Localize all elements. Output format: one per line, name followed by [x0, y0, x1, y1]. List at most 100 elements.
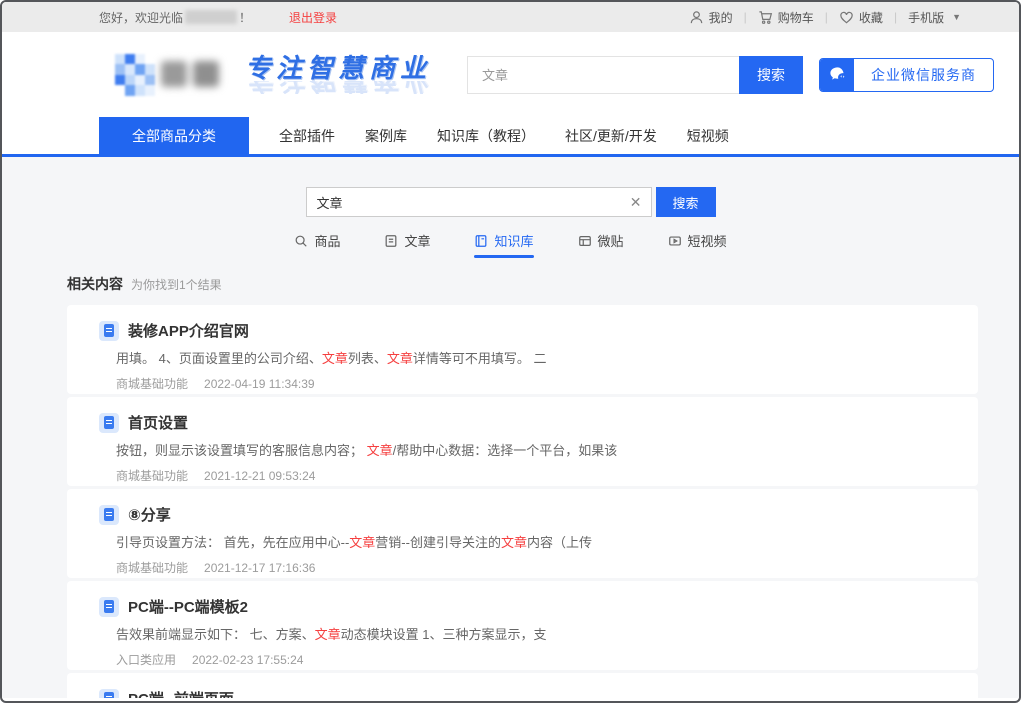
result-title-row: ⑧分享: [99, 504, 958, 525]
doc-icon: [99, 505, 119, 525]
header-search: 搜索: [467, 56, 803, 94]
result-title[interactable]: 首页设置: [128, 412, 188, 433]
topbar-links: 我的 | 购物车 | 收藏 | 手机版 ▼: [689, 9, 961, 26]
nav-community[interactable]: 社区/更新/开发: [565, 117, 657, 154]
wecom-service-button[interactable]: 企业微信服务商: [819, 58, 994, 92]
result-timestamp: 2021-12-17 17:16:36: [204, 561, 315, 575]
snippet-text: 按钮，则显示该设置填写的客服信息内容；: [116, 443, 367, 458]
nav-all-plugins[interactable]: 全部插件: [279, 117, 335, 154]
results-header: 相关内容 为你找到1个结果: [67, 274, 1019, 294]
search-button[interactable]: 搜索: [656, 187, 716, 217]
result-meta: 商城基础功能 2021-12-21 09:53:24: [116, 467, 958, 484]
result-category: 商城基础功能: [116, 377, 188, 391]
nav-knowledge-base[interactable]: 知识库（教程）: [437, 117, 535, 154]
user-icon: [689, 10, 704, 25]
favorites-link[interactable]: 收藏: [839, 9, 883, 26]
highlighted-keyword: 文章: [349, 535, 375, 550]
nav-case-library[interactable]: 案例库: [365, 117, 407, 154]
caret-down-icon: ▼: [952, 12, 961, 22]
tab-micro-posts-label: 微贴: [598, 231, 624, 250]
result-title[interactable]: PC端--前端页面: [128, 688, 234, 698]
article-icon: [384, 234, 398, 248]
doc-icon: [99, 597, 119, 617]
result-card[interactable]: 装修APP介绍官网用填。 4、页面设置里的公司介绍、文章列表、文章详情等可不用填…: [67, 305, 978, 394]
result-snippet: 告效果前端显示如下： 七、方案、文章动态模块设置 1、三种方案显示，支: [116, 626, 958, 643]
header-search-input[interactable]: [467, 56, 739, 94]
cart-icon: [758, 10, 773, 25]
site-logo[interactable]: 专注智慧商业 专注智慧商业: [115, 54, 431, 96]
result-title[interactable]: PC端--PC端模板2: [128, 596, 248, 617]
nav-short-video[interactable]: 短视频: [687, 117, 729, 154]
topbar-greeting: 您好，欢迎光临 ！ 退出登录: [99, 9, 337, 26]
tab-short-video-label: 短视频: [688, 231, 727, 250]
cart-link[interactable]: 购物车: [758, 9, 814, 26]
snippet-text: 列表、: [348, 351, 387, 366]
tab-goods-label: 商品: [314, 231, 340, 250]
tab-knowledge-base-label: 知识库: [494, 231, 533, 250]
wecom-label: 企业微信服务商: [854, 65, 993, 85]
result-card[interactable]: ⑧分享引导页设置方法： 首先，先在应用中心--文章营销--创建引导关注的文章内容…: [67, 489, 978, 578]
tab-knowledge-base[interactable]: 知识库: [474, 231, 533, 258]
result-snippet: 按钮，则显示该设置填写的客服信息内容； 文章/帮助中心数据：选择一个平台，如果该: [116, 442, 958, 459]
mobile-version-menu[interactable]: 手机版 ▼: [908, 9, 961, 26]
snippet-text: 用填。 4、页面设置里的公司介绍、: [116, 351, 322, 366]
logo-mark-blurred: [115, 54, 155, 96]
doc-icon: [99, 321, 119, 341]
topbar: 您好，欢迎光临 ！ 退出登录 我的 | 购物车 | 收藏 | 手机版 ▼: [2, 2, 1019, 32]
result-meta: 商城基础功能 2021-12-17 17:16:36: [116, 559, 958, 576]
results-list: 装修APP介绍官网用填。 4、页面设置里的公司介绍、文章列表、文章详情等可不用填…: [67, 305, 978, 698]
result-title-row: 首页设置: [99, 412, 958, 433]
logout-link[interactable]: 退出登录: [289, 9, 337, 26]
result-title[interactable]: 装修APP介绍官网: [128, 320, 249, 341]
search-icon: [294, 234, 308, 248]
snippet-text: /帮助中心数据：选择一个平台，如果该: [393, 443, 618, 458]
doc-icon: [99, 689, 119, 699]
tab-articles-label: 文章: [404, 231, 430, 250]
wecom-chat-icon: [820, 58, 854, 92]
snippet-text: 内容（上传: [527, 535, 592, 550]
tab-goods[interactable]: 商品: [294, 231, 340, 258]
result-card[interactable]: PC端--前端页面: [67, 673, 978, 698]
result-meta: 入口类应用 2022-02-23 17:55:24: [116, 651, 958, 668]
highlighted-keyword: 文章: [501, 535, 527, 550]
nav-all-categories[interactable]: 全部商品分类: [99, 117, 249, 154]
tab-articles[interactable]: 文章: [384, 231, 430, 258]
search-panel: ✕ 搜索: [2, 157, 1019, 217]
my-account-link[interactable]: 我的: [689, 9, 733, 26]
logo-text-blurred: [161, 55, 219, 95]
tagline-reflection: 专注智慧商业: [245, 81, 431, 94]
result-title-row: PC端--前端页面: [99, 688, 958, 698]
results-title: 相关内容: [67, 274, 123, 294]
logo-tagline: 专注智慧商业 专注智慧商业: [245, 55, 431, 94]
clear-icon[interactable]: ✕: [630, 193, 642, 211]
my-account-label: 我的: [709, 9, 733, 26]
tab-short-video[interactable]: 短视频: [668, 231, 727, 258]
tab-micro-posts[interactable]: 微贴: [578, 231, 624, 258]
snippet-text: 告效果前端显示如下： 七、方案、: [116, 627, 315, 642]
greeting-suffix: ！: [239, 9, 251, 26]
result-title[interactable]: ⑧分享: [128, 504, 171, 525]
result-category: 商城基础功能: [116, 561, 188, 575]
site-header: 专注智慧商业 专注智慧商业 搜索 企业微信服务商: [2, 32, 1019, 117]
result-card[interactable]: PC端--PC端模板2 告效果前端显示如下： 七、方案、文章动态模块设置 1、三种…: [67, 581, 978, 670]
result-card[interactable]: 首页设置按钮，则显示该设置填写的客服信息内容； 文章/帮助中心数据：选择一个平台…: [67, 397, 978, 486]
cart-label: 购物车: [778, 9, 814, 26]
divider: |: [825, 10, 828, 24]
results-count: 为你找到1个结果: [131, 276, 222, 293]
result-timestamp: 2021-12-21 09:53:24: [204, 469, 315, 483]
mobile-version-label: 手机版: [908, 9, 944, 26]
snippet-text: 详情等可不用填写。 二: [413, 351, 547, 366]
header-search-button[interactable]: 搜索: [739, 56, 803, 94]
search-input[interactable]: [306, 187, 652, 217]
greeting-prefix: 您好，欢迎光临: [99, 9, 183, 26]
result-title-row: 装修APP介绍官网: [99, 320, 958, 341]
result-snippet: 用填。 4、页面设置里的公司介绍、文章列表、文章详情等可不用填写。 二: [116, 350, 958, 367]
video-icon: [668, 234, 682, 248]
result-timestamp: 2022-02-23 17:55:24: [192, 653, 303, 667]
favorites-label: 收藏: [859, 9, 883, 26]
tagline-text: 专注智慧商业: [245, 53, 431, 83]
highlighted-keyword: 文章: [322, 351, 348, 366]
heart-icon: [839, 10, 854, 25]
result-category: 入口类应用: [116, 653, 176, 667]
result-category: 商城基础功能: [116, 469, 188, 483]
